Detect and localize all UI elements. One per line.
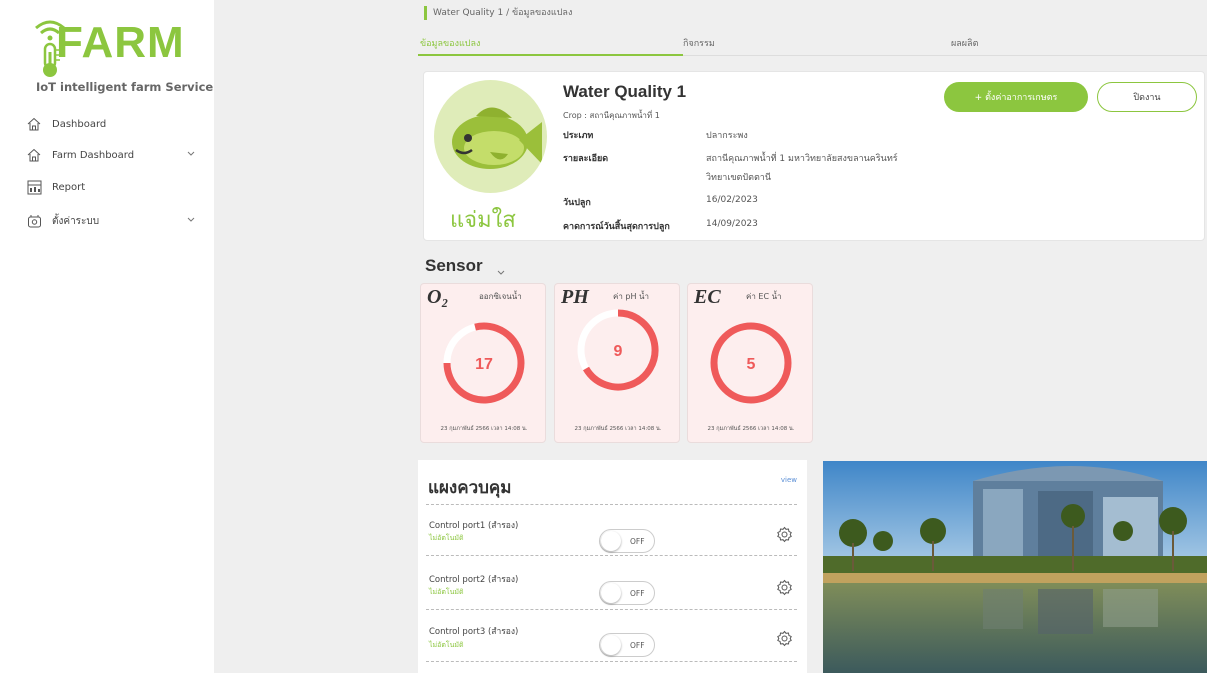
control-panel-title: แผงควบคุม [428,478,512,498]
home-icon [26,147,42,163]
sidebar-item-label: Farm Dashboard [52,149,135,161]
field-label-type: ประเภท [563,131,594,141]
tab-activities[interactable]: กิจกรรม [683,36,715,50]
sensor-name: ค่า pH น้ำ [613,292,649,301]
logo-subtitle: IoT intelligent farm Service [36,80,214,94]
add-farm-setting-button[interactable]: + ตั้งค่าอาการเกษตร [944,82,1088,112]
sensor-symbol: EC [694,286,721,308]
control-panel: แผงควบคุม view Control port1 (สำรอง) ไม่… [418,460,807,673]
port2-toggle[interactable]: OFF [599,581,655,605]
sensor-name: ออกซิเจนน้ำ [479,292,522,301]
sensor-value: 5 [747,356,756,373]
toggle-knob [601,583,621,603]
port-status: ไม่อัตโนมัติ [429,641,464,649]
active-tab-indicator [418,54,683,56]
tab-bar: ข้อมูลของแปลง กิจกรรม ผลผลิต [418,30,1207,56]
location-photo [823,461,1207,673]
field-value-end-date: 14/09/2023 [706,219,758,229]
toggle-label: OFF [630,641,645,650]
port1-toggle[interactable]: OFF [599,529,655,553]
divider [426,609,797,610]
home-icon [26,116,42,132]
logo-text: FARM [56,18,185,67]
tab-yield[interactable]: ผลผลิต [951,36,978,50]
port-name: Control port3 (สำรอง) [429,627,519,637]
sensor-value: 9 [614,343,623,360]
plot-title: Water Quality 1 [563,82,687,101]
sidebar-item-report[interactable]: Report [26,176,196,198]
sidebar: FARM IoT intelligent farm Service Dashbo… [0,0,214,673]
gear-icon[interactable] [776,579,793,596]
toggle-knob [601,635,621,655]
toggle-label: OFF [630,589,645,598]
sensor-timestamp: 23 กุมภาพันธ์ 2566 เวลา 14:08 น. [574,426,662,432]
sensor-name: ค่า EC น้ำ [746,292,782,301]
chevron-down-icon [186,214,196,227]
sidebar-item-dashboard[interactable]: Dashboard [26,113,196,135]
plot-info-card: แจ่มใส Water Quality 1 Crop : สถานีคุณภา… [423,71,1205,241]
gauge: 17 [443,322,525,404]
sensor-timestamp: 23 กุมภาพันธ์ 2566 เวลา 14:08 น. [707,426,795,432]
field-value-details: สถานีคุณภาพน้ำที่ 1 มหาวิทยาลัยสงขลานคริ… [706,154,898,164]
sidebar-item-label: ตั้งค่าระบบ [52,215,100,227]
field-label-plant-date: วันปลูก [563,198,591,208]
port3-toggle[interactable]: OFF [599,633,655,657]
toggle-knob [601,531,621,551]
settings-icon [26,213,42,229]
fish-illustration [434,80,547,193]
port-name: Control port1 (สำรอง) [429,521,519,531]
field-value-plant-date: 16/02/2023 [706,195,758,205]
sensor-card-ph[interactable]: PH ค่า pH น้ำ 9 23 กุมภาพันธ์ 2566 เวลา … [554,283,680,443]
crop-label: Crop : สถานีคุณภาพน้ำที่ 1 [563,111,660,120]
divider [426,504,797,505]
sidebar-item-label: Report [52,181,86,193]
breadcrumb: Water Quality 1 / ข้อมูลของแปลง [424,6,572,20]
gauge: 5 [710,322,792,404]
sidebar-item-settings[interactable]: ตั้งค่าระบบ [26,210,196,232]
chevron-down-icon [186,148,196,161]
field-value-details-line2: วิทยาเขตปัตตานี [706,173,771,183]
toggle-label: OFF [630,537,645,546]
field-label-details: รายละเอียด [563,154,609,164]
field-value-type: ปลากระพง [706,131,748,141]
view-link[interactable]: view [781,476,797,484]
port-name: Control port2 (สำรอง) [429,575,519,585]
sensor-symbol: O₂ [427,286,449,308]
sensor-value: 17 [475,356,493,373]
gauge: 9 [577,309,659,391]
image-caption: แจ่มใส [450,208,516,233]
divider [426,661,797,662]
sidebar-item-label: Dashboard [52,118,107,130]
sensor-card-oxygen[interactable]: O₂ ออกซิเจนน้ำ 17 23 กุมภาพันธ์ 2566 เวล… [420,283,546,443]
port-status: ไม่อัตโนมัติ [429,588,464,596]
gear-icon[interactable] [776,630,793,647]
field-label-end-date: คาดการณ์วันสิ้นสุดการปลูก [563,222,670,232]
sensor-card-ec[interactable]: EC ค่า EC น้ำ 5 23 กุมภาพันธ์ 2566 เวลา … [687,283,813,443]
port-status: ไม่อัตโนมัติ [429,534,464,542]
divider [426,555,797,556]
sensor-section-title: Sensor [425,256,483,275]
report-icon [26,179,42,195]
sidebar-item-farm-dashboard[interactable]: Farm Dashboard [26,144,196,166]
tab-plot-info[interactable]: ข้อมูลของแปลง [420,36,480,50]
gear-icon[interactable] [776,526,793,543]
chevron-down-icon[interactable] [496,262,506,281]
close-job-button[interactable]: ปิดงาน [1097,82,1197,112]
sensor-timestamp: 23 กุมภาพันธ์ 2566 เวลา 14:08 น. [440,426,528,432]
